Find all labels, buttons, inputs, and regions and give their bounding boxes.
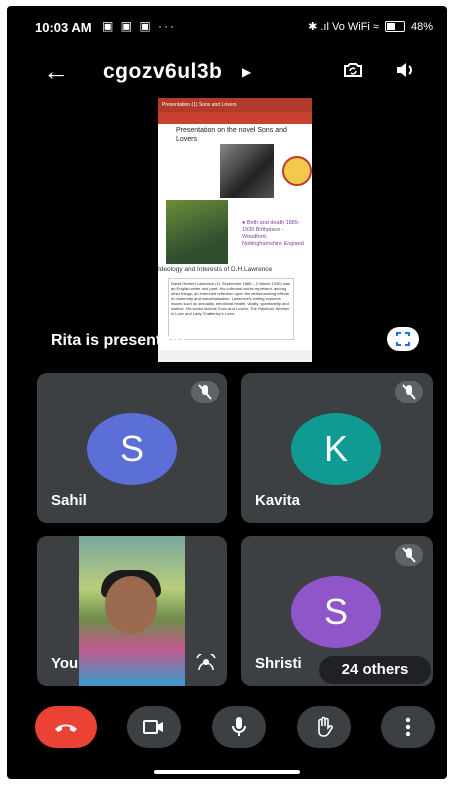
slide-toolbar — [158, 112, 312, 124]
participant-name: Sahil — [51, 492, 87, 509]
avatar: S — [87, 413, 177, 485]
muted-mic-icon — [395, 381, 423, 403]
microphone-toggle-button[interactable] — [212, 706, 266, 748]
back-arrow-icon[interactable]: ← — [43, 56, 69, 87]
home-indicator[interactable] — [154, 770, 300, 774]
shared-slide: Presentation (1) Sons and Lovers Present… — [158, 98, 312, 362]
author-portrait — [220, 144, 274, 198]
participant-tile-you[interactable]: You — [37, 536, 227, 686]
slide-birth-info: ● Birth and death 1885-1930 Birthplace -… — [242, 220, 304, 247]
status-bar: 10:03 AM ▣ ▣ ▣ ··· ✱ .ıl Vo WiFi ≈ 48% — [7, 6, 447, 48]
participant-name: You — [51, 655, 79, 672]
switch-camera-icon[interactable] — [341, 58, 365, 82]
slide-nav-bar — [158, 350, 312, 362]
camera-toggle-button[interactable] — [127, 706, 181, 748]
avatar: K — [291, 413, 381, 485]
hand-icon — [318, 716, 333, 737]
hang-up-button[interactable] — [35, 706, 97, 748]
raise-hand-button[interactable] — [297, 706, 351, 748]
more-options-button[interactable] — [381, 706, 435, 748]
participant-name: Kavita — [255, 492, 301, 509]
slide-app-bar: Presentation (1) Sons and Lovers — [158, 98, 312, 112]
meeting-header: ← cgozv6ul3b ▶ — [7, 54, 447, 94]
microphone-icon — [232, 717, 246, 736]
status-time: 10:03 AM — [35, 20, 92, 35]
participant-tile-kavita[interactable]: K Kavita — [241, 373, 433, 523]
participant-name: Shristi — [255, 655, 302, 672]
battery-icon — [384, 21, 405, 32]
notification-icons: ▣ ▣ ▣ ··· — [102, 19, 177, 33]
signal-icons: ✱ .ıl Vo WiFi ≈ — [308, 21, 379, 33]
slide-ideas-heading: Ideology and Interests of D.H.Lawrence — [158, 266, 273, 273]
participant-tile-sahil[interactable]: S Sahil — [37, 373, 227, 523]
phone-screen: 10:03 AM ▣ ▣ ▣ ··· ✱ .ıl Vo WiFi ≈ 48% ←… — [7, 6, 447, 779]
muted-mic-icon — [395, 544, 423, 566]
meeting-code[interactable]: cgozv6ul3b — [103, 60, 222, 84]
presenter-label: Rita is presenting — [51, 332, 186, 349]
battery-level: 48% — [410, 20, 433, 33]
caret-right-icon[interactable]: ▶ — [242, 65, 251, 79]
more-vertical-icon — [405, 717, 411, 737]
avatar: S — [291, 576, 381, 648]
others-badge[interactable]: 24 others — [319, 656, 431, 684]
presentation-tile[interactable]: Presentation (1) Sons and Lovers Present… — [37, 98, 433, 362]
self-video — [79, 536, 185, 686]
self-video-face — [105, 576, 157, 634]
fullscreen-button[interactable] — [387, 327, 419, 351]
slide-title: Presentation on the novel Sons and Lover… — [176, 127, 287, 143]
muted-mic-icon — [191, 381, 219, 403]
audio-level-icon — [196, 654, 216, 671]
fullscreen-icon — [396, 332, 410, 346]
video-camera-icon — [143, 720, 163, 734]
status-right: ✱ .ıl Vo WiFi ≈ 48% — [308, 20, 433, 34]
book-cover-image — [166, 200, 228, 264]
phone-hangup-icon — [55, 724, 77, 732]
emblem-image — [282, 156, 312, 186]
slide-paragraph: David Herbert Lawrence (11 September 188… — [168, 278, 294, 340]
speaker-icon[interactable] — [393, 58, 417, 82]
